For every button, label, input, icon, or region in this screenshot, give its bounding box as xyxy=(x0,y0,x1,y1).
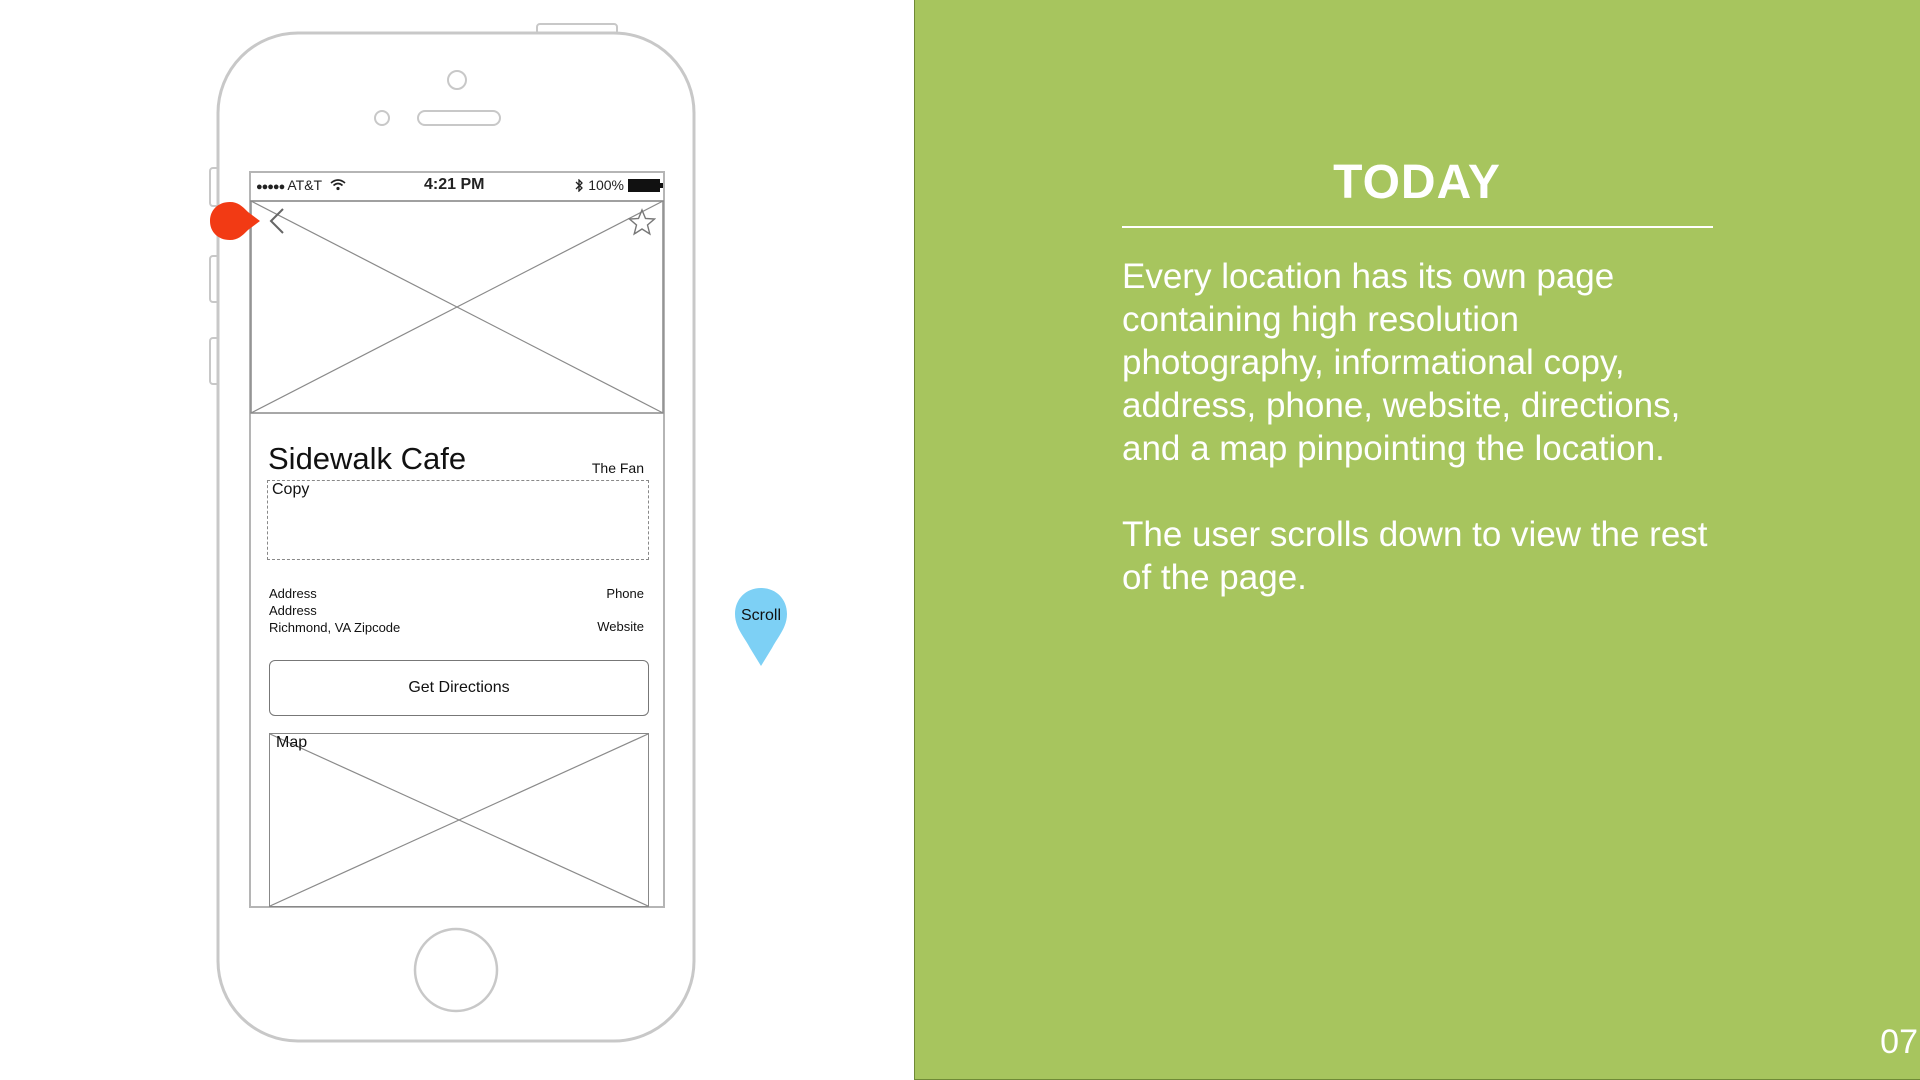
phone-link[interactable]: Phone xyxy=(597,585,644,602)
panel-paragraph: Every location has its own page containi… xyxy=(1122,257,1681,468)
scroll-pin-label: Scroll xyxy=(740,607,781,624)
chevron-left-icon[interactable] xyxy=(268,207,286,235)
map-placeholder-cross xyxy=(270,734,648,906)
battery-area: 100% xyxy=(575,177,663,193)
battery-icon xyxy=(628,178,663,192)
phone-screen: ●●●●● AT&T 4:21 PM 100% Sidewalk Cafe Th… xyxy=(250,172,664,907)
scroll-pin-icon xyxy=(735,588,787,666)
battery-percent: 100% xyxy=(588,177,624,193)
bluetooth-icon xyxy=(575,178,584,192)
map-placeholder[interactable]: Map xyxy=(269,733,649,907)
carrier: ●●●●● AT&T xyxy=(256,177,346,193)
red-marker-icon xyxy=(210,202,260,240)
address-city-line: Richmond, VA Zipcode xyxy=(269,620,401,635)
website-link[interactable]: Website xyxy=(597,618,644,635)
map-label: Map xyxy=(276,734,308,751)
wifi-icon xyxy=(330,179,346,191)
status-bar: ●●●●● AT&T 4:21 PM 100% xyxy=(250,172,664,200)
cafe-name: Sidewalk Cafe xyxy=(268,441,467,476)
status-time: 4:21 PM xyxy=(424,176,485,193)
panel-title: TODAY xyxy=(1333,156,1501,209)
panel-divider xyxy=(1122,226,1713,228)
star-icon[interactable] xyxy=(628,208,656,236)
address-block: Address Address Richmond, VA Zipcode xyxy=(269,585,400,636)
neighborhood-label: The Fan xyxy=(591,460,644,476)
page-number: 07 xyxy=(1880,1023,1918,1061)
slide: ●●●●● AT&T 4:21 PM 100% Sidewalk Cafe Th… xyxy=(0,0,1920,1080)
carrier-label: AT&T xyxy=(287,177,322,193)
panel-paragraph: The user scrolls down to view the rest o… xyxy=(1122,515,1708,597)
get-directions-button[interactable]: Get Directions xyxy=(269,660,649,716)
copy-placeholder: Copy xyxy=(267,480,649,560)
signal-icon: ●●●●● xyxy=(256,181,285,193)
copy-label: Copy xyxy=(272,481,310,498)
contact-block: Phone Website xyxy=(597,585,644,635)
address-line: Address xyxy=(269,586,317,601)
panel-body: Every location has its own page containi… xyxy=(1122,255,1722,599)
address-line: Address xyxy=(269,603,317,618)
